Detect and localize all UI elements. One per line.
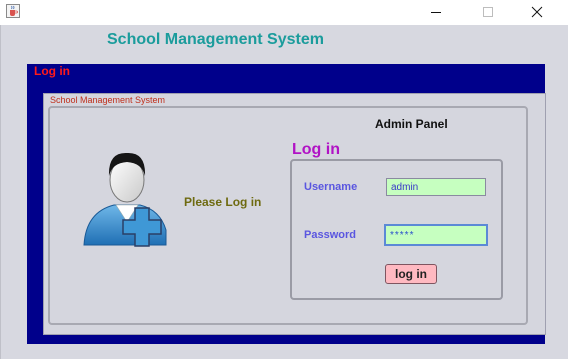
please-login-label: Please Log in [184,195,262,209]
maximize-icon[interactable] [463,0,509,25]
close-icon[interactable] [514,0,560,25]
username-field[interactable] [386,178,486,196]
login-heading: Log in [292,141,340,158]
password-label: Password [304,229,356,241]
system-title: School Management System [107,31,324,48]
admin-panel-label: Admin Panel [375,117,448,131]
java-cup-icon [6,4,20,18]
login-button[interactable]: log in [385,264,437,284]
minimize-icon[interactable] [413,0,459,25]
window-titlebar [0,0,568,26]
inner-panel-title: School Management System [50,95,166,105]
user-add-icon [83,152,167,247]
blue-panel-title: Log in [34,64,70,78]
password-field[interactable] [384,224,488,246]
username-label: Username [304,181,358,193]
